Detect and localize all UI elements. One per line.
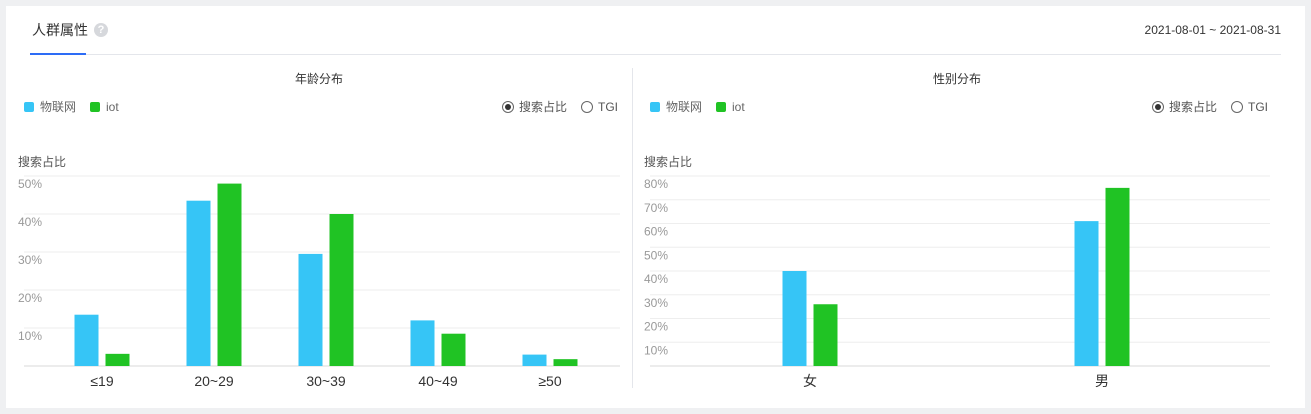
age-bar-chart: 搜索占比 10% 20% 30% 40% 50% ≤19 20~29 30~39 40~49 ≥50 bbox=[18, 154, 620, 389]
y-tick-label: 30% bbox=[644, 296, 668, 310]
tab-bar: 人群属性 ? 2021-08-01 ~ 2021-08-31 bbox=[30, 6, 1281, 55]
question-circle-icon[interactable]: ? bbox=[94, 23, 108, 37]
bar-series-2 bbox=[329, 214, 354, 366]
tab-label: 人群属性 bbox=[32, 22, 88, 38]
bar-series-1 bbox=[782, 271, 807, 366]
gender-bar-chart: 搜索占比 10% 20% 30% 40% 50% 60% 70% 80% 女 男 bbox=[644, 154, 1270, 389]
bar-series-1 bbox=[298, 253, 323, 366]
y-tick-label: 20% bbox=[18, 291, 42, 305]
age-distribution-panel: 年龄分布 物联网 iot 搜索占比 TGI 搜索占比 10% 20% 30% 40% 50… bbox=[16, 62, 622, 402]
y-tick-label: 10% bbox=[644, 343, 668, 357]
y-axis-label: 搜索占比 bbox=[18, 154, 66, 169]
bar-series-2 bbox=[553, 359, 578, 366]
bar-series-2 bbox=[1105, 187, 1130, 366]
bar-series-1 bbox=[522, 354, 547, 366]
bar-series-2 bbox=[813, 304, 838, 366]
bar-series-2 bbox=[105, 353, 130, 366]
y-tick-label: 50% bbox=[644, 248, 668, 262]
bar-series-2 bbox=[217, 183, 242, 366]
panel-divider bbox=[632, 68, 633, 388]
y-tick-label: 40% bbox=[18, 215, 42, 229]
y-tick-label: 40% bbox=[644, 272, 668, 286]
gender-distribution-panel: 性别分布 物联网 iot 搜索占比 TGI 搜索占比 10% 20% 30% 40% 50… bbox=[642, 62, 1272, 402]
crowd-attributes-card: 人群属性 ? 2021-08-01 ~ 2021-08-31 年龄分布 物联网 … bbox=[6, 6, 1305, 408]
bar-series-1 bbox=[410, 320, 435, 366]
y-tick-label: 10% bbox=[18, 329, 42, 343]
x-tick-label: 女 bbox=[803, 373, 817, 389]
y-tick-label: 80% bbox=[644, 177, 668, 191]
x-tick-label: ≤19 bbox=[90, 373, 113, 389]
y-tick-label: 60% bbox=[644, 225, 668, 239]
bar-series-1 bbox=[1074, 221, 1099, 366]
tab-crowd-attributes[interactable]: 人群属性 ? bbox=[30, 6, 114, 55]
date-range[interactable]: 2021-08-01 ~ 2021-08-31 bbox=[1145, 6, 1281, 54]
tab-active-indicator bbox=[30, 53, 86, 55]
y-tick-label: 30% bbox=[18, 253, 42, 267]
y-tick-label: 70% bbox=[644, 201, 668, 215]
y-tick-label: 20% bbox=[644, 320, 668, 334]
x-tick-label: 男 bbox=[1095, 373, 1109, 389]
bar-series-1 bbox=[74, 314, 99, 366]
y-tick-label: 50% bbox=[18, 177, 42, 191]
bar-series-1 bbox=[186, 200, 211, 366]
x-tick-label: 20~29 bbox=[194, 373, 234, 389]
bar-series-2 bbox=[441, 333, 466, 366]
y-axis-label: 搜索占比 bbox=[644, 154, 692, 169]
x-tick-label: ≥50 bbox=[538, 373, 561, 389]
x-tick-label: 30~39 bbox=[306, 373, 346, 389]
x-tick-label: 40~49 bbox=[418, 373, 458, 389]
